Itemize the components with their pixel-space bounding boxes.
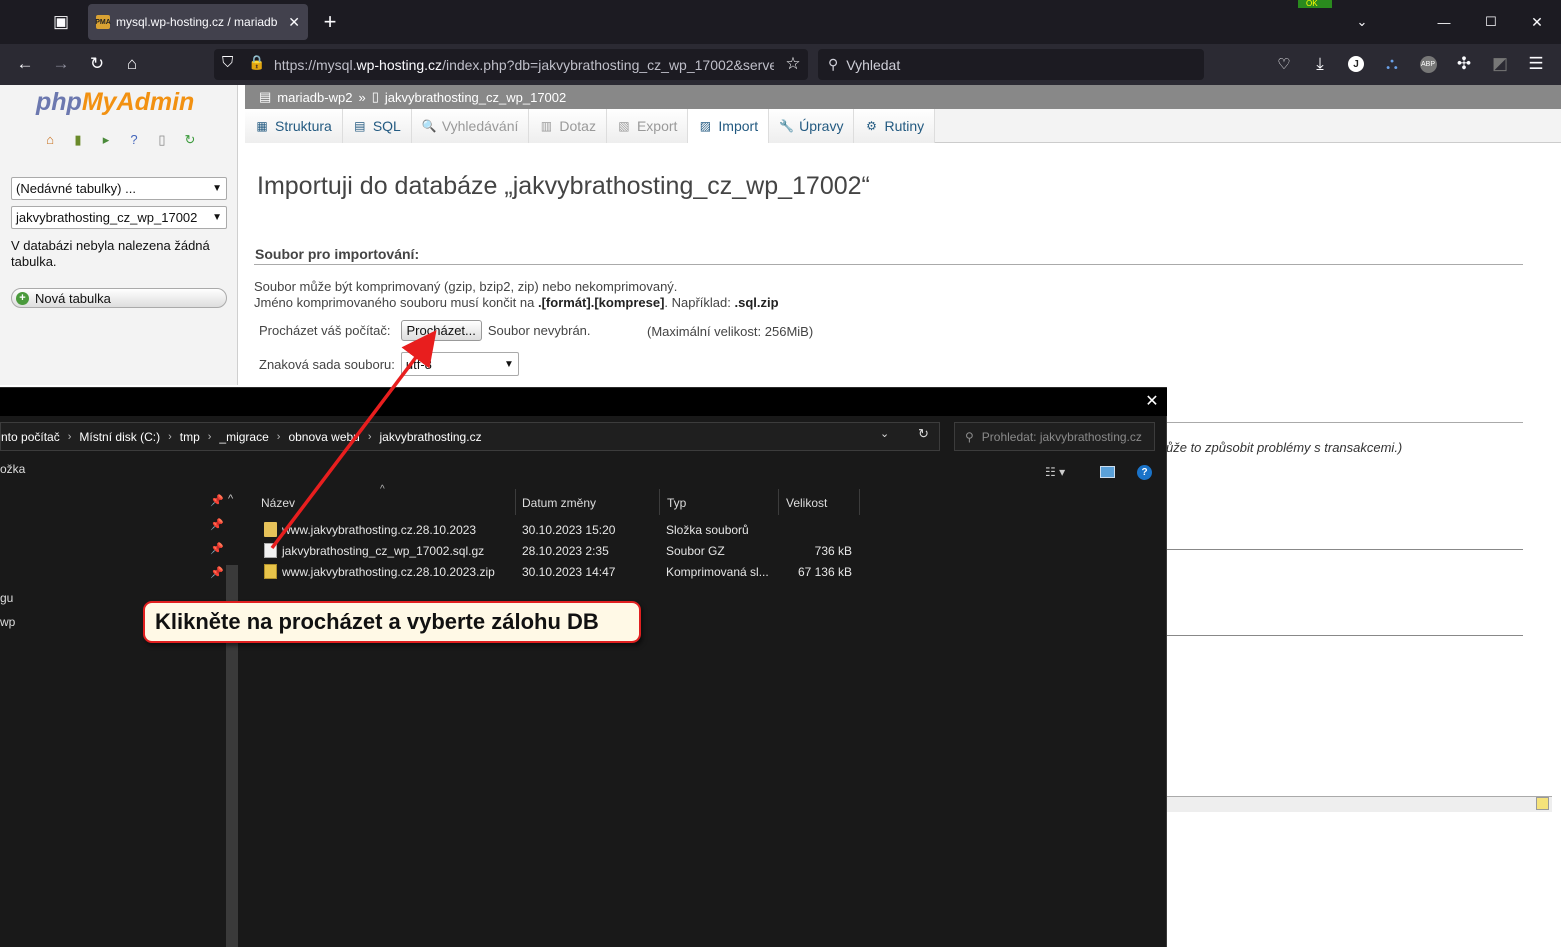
annotation-arrow (270, 330, 437, 550)
arrow-line (270, 330, 437, 550)
annotation-callout: Klikněte na procházet a vyberte zálohu D… (143, 601, 641, 643)
